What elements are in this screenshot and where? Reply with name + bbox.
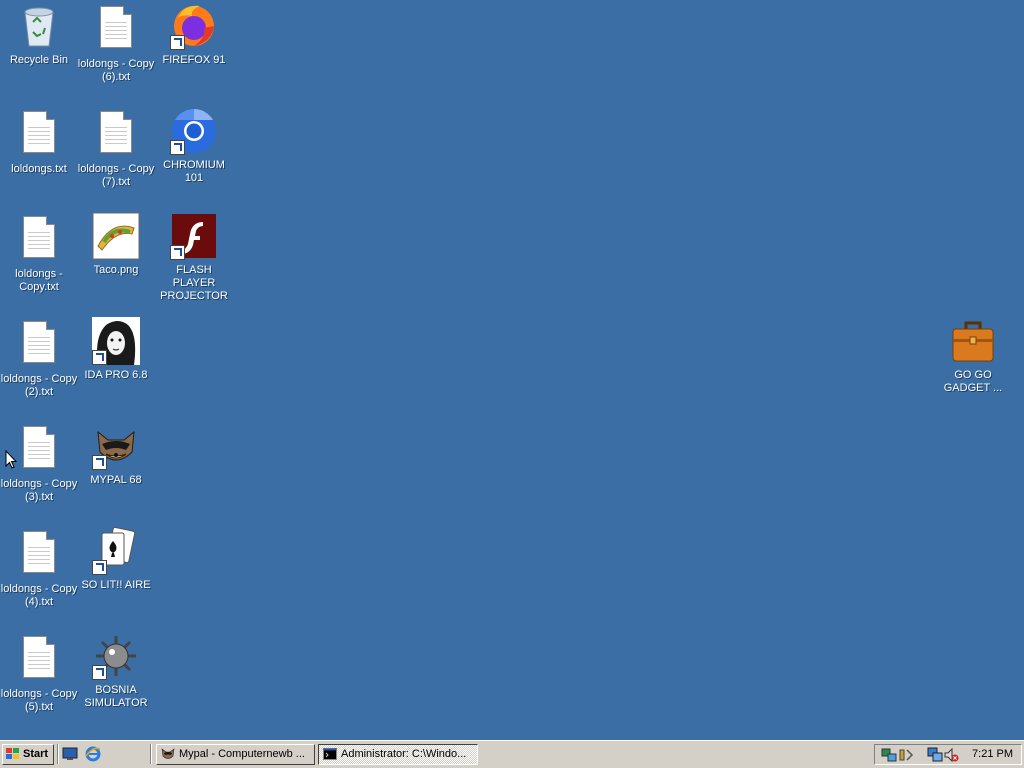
recycle-bin-icon [15, 2, 63, 50]
taskbar-window-command-prompt[interactable]: Administrator: C:\Windo... [318, 744, 478, 765]
minesweeper-icon [92, 632, 140, 680]
desktop-icon-label: CHROMIUM 101 [163, 159, 225, 184]
shortcut-arrow-icon [170, 245, 185, 260]
taco-image-icon [92, 212, 140, 260]
network-connection-icon[interactable] [927, 747, 943, 763]
firefox-icon [170, 2, 218, 50]
desktop-icon-label: SO LIT!! AIRE [81, 579, 151, 591]
mypal-icon [92, 422, 140, 470]
desktop-icon-loldongs-copy-5[interactable]: loldongs - Copy (5).txt [0, 632, 78, 714]
text-file-icon [15, 111, 63, 159]
internet-explorer-icon[interactable] [85, 746, 101, 762]
speaker-muted-icon[interactable] [943, 747, 959, 763]
desktop-icon-loldongs-copy[interactable]: loldongs - Copy.txt [0, 212, 78, 294]
mouse-cursor-icon [5, 449, 18, 473]
text-file-icon [15, 321, 63, 369]
mypal-icon [161, 747, 175, 761]
text-file-icon [15, 216, 63, 264]
desktop-icon-loldongs-copy-2[interactable]: loldongs - Copy (2).txt [0, 317, 78, 399]
desktop-icon-flash-player[interactable]: FLASH PLAYER PROJECTOR [155, 212, 233, 303]
ida-pro-icon [92, 317, 140, 365]
shortcut-arrow-icon [92, 560, 107, 575]
clock[interactable]: 7:21 PM [972, 748, 1013, 760]
chromium-icon [170, 107, 218, 155]
shortcut-arrow-icon [92, 455, 107, 470]
desktop-icon-mypal[interactable]: MYPAL 68 [77, 422, 155, 487]
start-label: Start [23, 748, 49, 760]
desktop-icon-label: loldongs - Copy (2).txt [0, 373, 78, 398]
desktop-icon-go-go-gadget[interactable]: GO GO GADGET ... [934, 317, 1012, 395]
flash-player-icon [170, 212, 218, 260]
desktop-icon-label: Taco.png [93, 264, 139, 276]
text-file-icon [92, 111, 140, 159]
desktop-icon-label: loldongs - Copy (7).txt [77, 163, 155, 188]
taskbar-separator [150, 744, 152, 764]
shortcut-arrow-icon [170, 35, 185, 50]
desktop-icon-label: loldongs - Copy (6).txt [77, 58, 155, 83]
windows-logo-icon [6, 748, 20, 760]
taskbar-separator [57, 744, 59, 764]
desktop-icon-label: Recycle Bin [9, 54, 69, 66]
desktop-icon-loldongs-copy-4[interactable]: loldongs - Copy (4).txt [0, 527, 78, 609]
desktop-icon-taco[interactable]: Taco.png [77, 212, 155, 277]
shortcut-arrow-icon [92, 350, 107, 365]
cmd-icon [323, 748, 337, 761]
desktop-icon-label: FIREFOX 91 [162, 54, 226, 66]
desktop-icon-firefox[interactable]: FIREFOX 91 [155, 2, 233, 67]
shortcut-arrow-icon [170, 140, 185, 155]
desktop-icon-ida-pro[interactable]: IDA PRO 6.8 [77, 317, 155, 382]
network-icon[interactable] [881, 747, 897, 763]
text-file-icon [15, 531, 63, 579]
desktop-icon-label: loldongs - Copy (4).txt [0, 583, 78, 608]
text-file-icon [15, 636, 63, 684]
start-button[interactable]: Start [2, 744, 54, 765]
desktop-icon-bosnia-simulator[interactable]: BOSNIA SIMULATOR [77, 632, 155, 710]
desktop-icon-label: FLASH PLAYER PROJECTOR [160, 264, 228, 302]
taskbar: Start Mypal - Computernewb ... Administr… [0, 740, 1024, 768]
text-file-icon [15, 426, 63, 474]
desktop-icon-label: IDA PRO 6.8 [84, 369, 148, 381]
taskbar-window-label: Mypal - Computernewb ... [179, 748, 305, 760]
taskbar-window-mypal[interactable]: Mypal - Computernewb ... [156, 744, 315, 765]
desktop-icon-loldongs-copy-6[interactable]: loldongs - Copy (6).txt [77, 2, 155, 84]
text-file-icon [92, 6, 140, 54]
desktop-icon-label: GO GO GADGET ... [943, 369, 1003, 394]
shortcut-arrow-icon [92, 665, 107, 680]
desktop-icon-label: loldongs - Copy (5).txt [0, 688, 78, 713]
desktop-icon-label: MYPAL 68 [90, 474, 142, 486]
show-desktop-icon[interactable] [62, 747, 78, 761]
desktop-icon-label: loldongs - Copy (3).txt [0, 478, 78, 503]
desktop-icon-loldongs[interactable]: loldongs.txt [0, 107, 78, 176]
desktop-icon-loldongs-copy-7[interactable]: loldongs - Copy (7).txt [77, 107, 155, 189]
volume-icon[interactable] [898, 747, 914, 763]
briefcase-icon [949, 317, 997, 365]
solitaire-icon [92, 526, 140, 575]
desktop-icon-label: loldongs - Copy.txt [15, 268, 63, 293]
desktop-icon-label: loldongs.txt [11, 163, 67, 175]
desktop-icon-label: BOSNIA SIMULATOR [84, 684, 148, 709]
desktop-icon-recycle-bin[interactable]: Recycle Bin [0, 2, 78, 67]
system-tray: 7:21 PM [874, 744, 1022, 765]
desktop-icon-solitaire[interactable]: SO LIT!! AIRE [77, 526, 155, 592]
taskbar-window-label: Administrator: C:\Windo... [341, 748, 467, 760]
desktop-icon-chromium[interactable]: CHROMIUM 101 [155, 107, 233, 185]
